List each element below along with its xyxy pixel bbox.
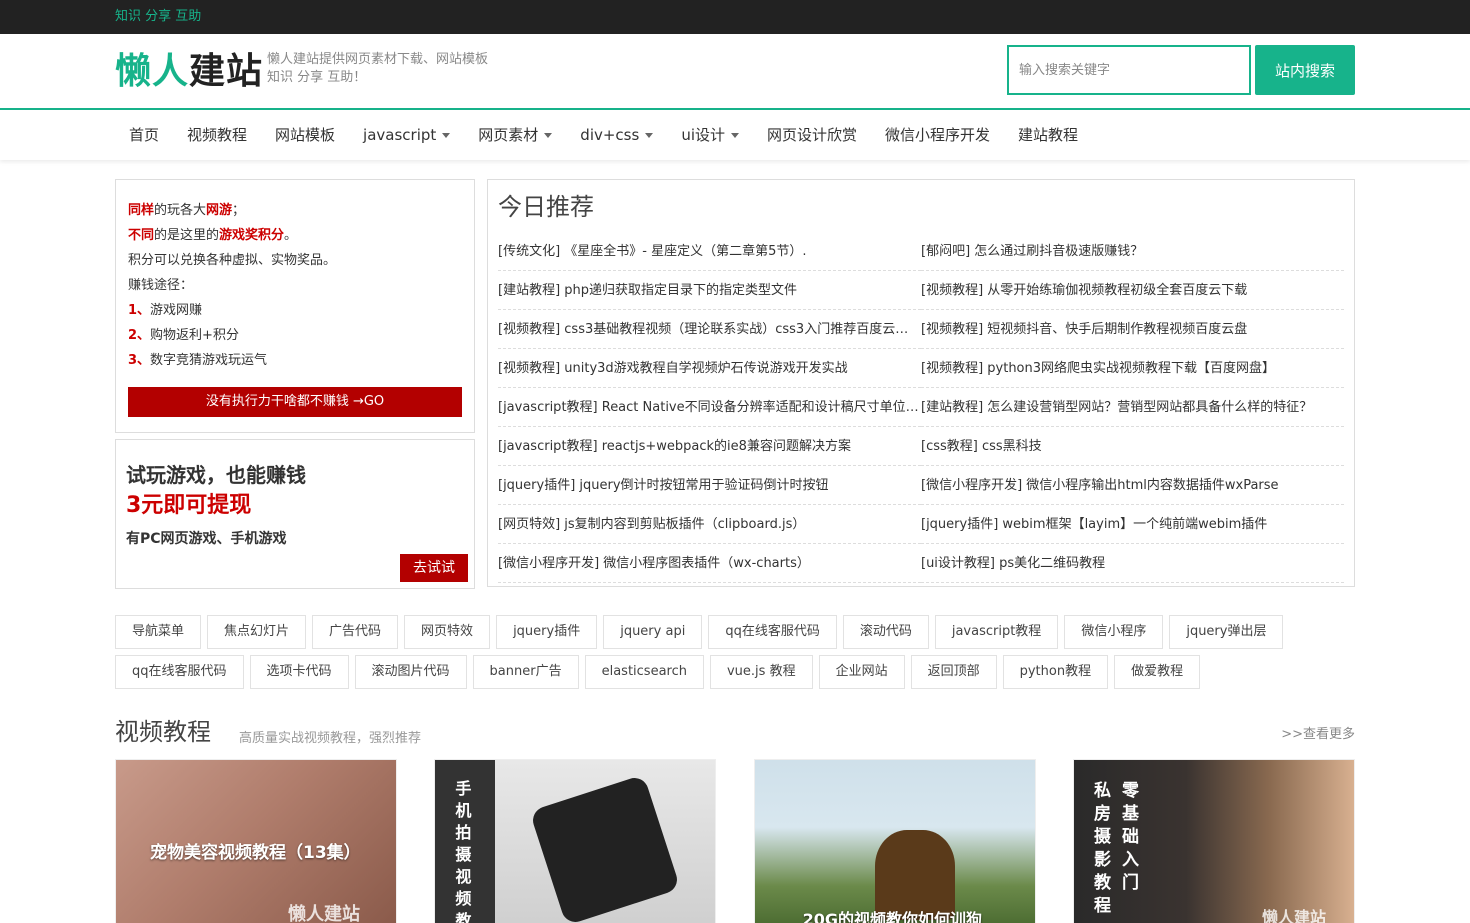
search-button[interactable]: 站内搜索: [1255, 45, 1355, 95]
tag-link[interactable]: 网页特效: [404, 615, 491, 649]
recommend-item[interactable]: [视频教程] css3基础教程视频（理论联系实战）css3入门推荐百度云下载: [498, 310, 921, 349]
nav-item-4[interactable]: 网页素材: [478, 110, 553, 160]
video-card-phone-filming[interactable]: 手机拍摄视频教程: [434, 759, 717, 923]
search-form: 站内搜索: [1007, 45, 1355, 95]
card-watermark: 懒人建站: [1261, 908, 1326, 923]
tag-link[interactable]: 微信小程序: [1064, 615, 1164, 649]
tag-link[interactable]: 导航菜单: [115, 615, 202, 649]
promo-line-2: 不同的是这里的游戏奖积分。: [128, 228, 298, 243]
chevron-down-icon: [645, 133, 654, 138]
tag-link[interactable]: python教程: [1002, 655, 1109, 689]
earn-way-item: 3、数字竞猜游戏玩运气: [128, 353, 268, 368]
tag-link[interactable]: vue.js 教程: [709, 655, 813, 689]
game-ad-banner[interactable]: 试玩游戏，也能赚钱 3元即可提现 有PC网页游戏、手机游戏 去试试: [115, 439, 475, 589]
video-card-dog-training[interactable]: 20G的视频教你如何训狗: [753, 759, 1036, 923]
recommend-item[interactable]: [网页特效] js复制内容到剪贴板插件（clipboard.js）: [498, 505, 921, 544]
recommend-item[interactable]: [javascript教程] reactjs+webpack的ie8兼容问题解决…: [498, 427, 921, 466]
card-vertical-title-2: 零基础入门: [1121, 781, 1139, 893]
recommend-item[interactable]: [建站教程] php递归获取指定目录下的指定类型文件: [498, 271, 921, 310]
phone-image: [529, 774, 681, 923]
nav-item-0[interactable]: 首页: [129, 110, 159, 160]
tag-link[interactable]: 广告代码: [312, 615, 399, 649]
tag-link[interactable]: 焦点幻灯片: [207, 615, 307, 649]
nav-item-3[interactable]: javascript: [363, 110, 451, 160]
card-caption: 宠物美容视频教程（13集）: [150, 843, 361, 863]
tag-link[interactable]: elasticsearch: [584, 655, 704, 689]
recommend-item[interactable]: [视频教程] 短视频抖音、快手后期制作教程视频百度云盘: [921, 310, 1344, 349]
ad-line-3: 有PC网页游戏、手机游戏: [126, 531, 287, 547]
nav-item-6[interactable]: ui设计: [681, 110, 739, 160]
chevron-down-icon: [731, 133, 739, 138]
site-slogan: 懒人建站提供网页素材下载、网站模板 知识 分享 互助！: [267, 52, 489, 85]
tag-link[interactable]: 企业网站: [818, 655, 905, 689]
recommend-item[interactable]: [微信小程序开发] 微信小程序图表插件（wx-charts）: [498, 544, 921, 583]
ad-line-2: 3元即可提现: [126, 493, 252, 518]
card-vertical-title: 手机拍摄视频教程: [455, 779, 472, 923]
tag-link[interactable]: qq在线客服代码: [708, 615, 837, 649]
search-input[interactable]: [1007, 45, 1251, 95]
nav-item-9[interactable]: 建站教程: [1018, 110, 1078, 160]
tag-link[interactable]: 返回顶部: [910, 655, 997, 689]
earn-way-item: 1、游戏网赚: [128, 303, 203, 318]
nav-item-5[interactable]: div+css: [580, 110, 654, 160]
video-cards: 宠物美容视频教程（13集） 懒人建站 手机拍摄视频教程 20G的视频教你如何训狗…: [115, 759, 1355, 923]
promo-line-3: 积分可以兑换各种虚拟、实物奖品。: [128, 253, 337, 268]
tag-link[interactable]: jquery api: [603, 615, 703, 649]
card-watermark: 懒人建站: [288, 904, 360, 923]
top-bar-text: 知识 分享 互助: [115, 9, 202, 24]
tag-link[interactable]: 做爱教程: [1114, 655, 1201, 689]
main-nav: 首页 视频教程 网站模板 javascript 网页素材 div+css ui设计 网页设计欣…: [0, 110, 1470, 160]
tag-link[interactable]: jquery弹出层: [1169, 615, 1284, 649]
promo-line-1: 同样的玩各大网游；: [128, 203, 246, 218]
nav-item-7[interactable]: 网页设计欣赏: [767, 110, 857, 160]
tag-link[interactable]: qq在线客服代码: [115, 655, 244, 689]
video-section-subtitle: 高质量实战视频教程，强烈推荐: [239, 731, 422, 746]
tag-link[interactable]: jquery插件: [496, 615, 598, 649]
today-title: 今日推荐: [498, 193, 594, 221]
try-button[interactable]: 去试试: [400, 554, 468, 582]
video-section-title: 视频教程: [115, 718, 211, 746]
card-vertical-title-1: 私房摄影教程: [1093, 781, 1111, 916]
recommend-item[interactable]: [微信小程序开发] 微信小程序输出html内容数据插件wxParse: [921, 466, 1344, 505]
today-recommend: 今日推荐 [传统文化] 《星座全书》- 星座定义（第二章第5节）. [郁闷吧] 怎…: [487, 179, 1355, 587]
promo-box: 同样的玩各大网游； 不同的是这里的游戏奖积分。 积分可以兑换各种虚拟、实物奖品。…: [115, 179, 475, 433]
promo-line-4: 赚钱途径：: [128, 278, 194, 293]
recommend-item[interactable]: [视频教程] unity3d游戏教程自学视频炉石传说游戏开发实战: [498, 349, 921, 388]
recommend-item[interactable]: [javascript教程] React Native不同设备分辨率适配和设计稿…: [498, 388, 921, 427]
main-content: 同样的玩各大网游； 不同的是这里的游戏奖积分。 积分可以兑换各种虚拟、实物奖品。…: [115, 179, 1355, 589]
recommend-item[interactable]: [视频教程] 从零开始练瑜伽视频教程初级全套百度云下载: [921, 271, 1344, 310]
tag-cloud: 导航菜单 焦点幻灯片 广告代码 网页特效 jquery插件 jquery api qq在线客…: [115, 615, 1355, 695]
video-card-photography[interactable]: 私房摄影教程 零基础入门 懒人建站: [1072, 759, 1355, 923]
earn-way-item: 2、购物返利+积分: [128, 328, 239, 343]
recommend-item[interactable]: [jquery插件] jquery倒计时按钮常用于验证码倒计时按钮: [498, 466, 921, 505]
recommend-item[interactable]: [视频教程] python3网络爬虫实战视频教程下载【百度网盘】: [921, 349, 1344, 388]
nav-item-1[interactable]: 视频教程: [187, 110, 247, 160]
chevron-down-icon: [442, 133, 451, 138]
recommend-item[interactable]: [建站教程] 怎么建设营销型网站？营销型网站都具备什么样的特征？: [921, 388, 1344, 427]
tag-link[interactable]: 滚动图片代码: [354, 655, 467, 689]
recommend-item[interactable]: [传统文化] 《星座全书》- 星座定义（第二章第5节）.: [498, 232, 921, 271]
recommend-item[interactable]: [ui设计教程] ps美化二维码教程: [921, 544, 1344, 583]
video-section-header: 视频教程 高质量实战视频教程，强烈推荐 >>查看更多: [115, 717, 1355, 751]
go-button[interactable]: 没有执行力干啥都不赚钱 →GO: [128, 387, 462, 417]
chevron-down-icon: [544, 133, 553, 138]
ad-line-1: 试玩游戏，也能赚钱: [126, 463, 306, 487]
video-card-pet-grooming[interactable]: 宠物美容视频教程（13集） 懒人建站: [115, 759, 397, 923]
recommend-item[interactable]: [郁闷吧] 怎么通过刷抖音极速版赚钱？: [921, 232, 1344, 271]
recommend-item[interactable]: [jquery插件] webim框架【layim】一个纯前端webim插件: [921, 505, 1344, 544]
top-bar: 知识 分享 互助: [0, 0, 1470, 34]
recommend-item[interactable]: [css教程] css黑科技: [921, 427, 1344, 466]
tag-link[interactable]: javascript教程: [934, 615, 1059, 649]
nav-item-2[interactable]: 网站模板: [275, 110, 335, 160]
tag-link[interactable]: 选项卡代码: [249, 655, 349, 689]
site-header: 懒人建站 懒人建站提供网页素材下载、网站模板 知识 分享 互助！ 站内搜索: [0, 34, 1470, 110]
site-logo[interactable]: 懒人建站: [115, 52, 263, 92]
nav-item-8[interactable]: 微信小程序开发: [885, 110, 990, 160]
view-more-link[interactable]: >>查看更多: [1281, 723, 1355, 742]
card-caption: 20G的视频教你如何训狗: [802, 910, 983, 923]
tag-link[interactable]: banner广告: [472, 655, 579, 689]
tag-link[interactable]: 滚动代码: [842, 615, 929, 649]
